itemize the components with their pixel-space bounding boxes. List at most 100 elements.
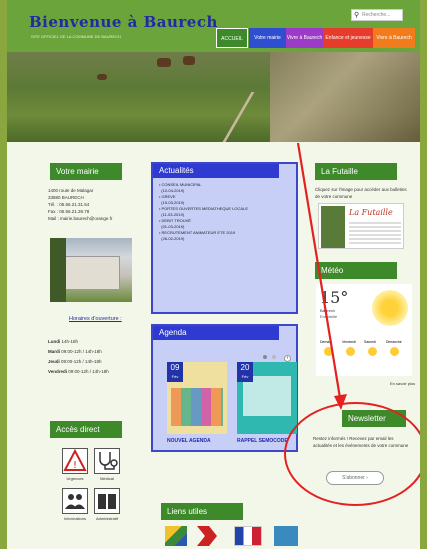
search-icon: ⚲	[354, 12, 360, 19]
news-title: DEBIT TROUVÉ	[161, 218, 191, 223]
hero-banner	[7, 52, 420, 142]
warning-icon: !	[63, 448, 87, 471]
news-item[interactable]: • CONSEIL MUNICIPAL (10-04-2019)	[159, 182, 289, 194]
link-logo-2[interactable]	[197, 526, 217, 546]
mairie-mail[interactable]: Mail : mairie.baurech@orange.fr	[48, 215, 148, 222]
sun-icon	[324, 347, 333, 356]
nav-vivre[interactable]: Vivre à Baurech	[286, 28, 323, 48]
pager-dot[interactable]	[272, 355, 277, 359]
mairie-address2: 33880 BAURECH	[48, 195, 84, 200]
search-placeholder: Recherche...	[362, 12, 391, 18]
news-date: (10-04-2019)	[161, 188, 185, 193]
sun-icon	[372, 290, 408, 326]
news-item[interactable]: • RECRUTEMENT ANIMATEUR ETE 2019 (26-02-…	[159, 230, 289, 242]
news-title: CONSEIL MUNICIPAL	[161, 182, 202, 187]
stethoscope-icon	[99, 452, 118, 470]
futaille-text: Cliquez sur l'image pour accéder aux bul…	[315, 187, 407, 199]
forecast-day: Samedi	[364, 340, 376, 344]
prev-arrow-icon[interactable]: ‹	[283, 355, 291, 362]
mairie-contact: 1400 route de Malagar 33880 BAURECH Tél.…	[48, 187, 148, 222]
page-frame: Bienvenue à Baurech SITE OFFICIEL DE LA …	[7, 0, 420, 549]
date-badge: 20 Fév	[237, 362, 253, 382]
hours-row: Mardi 09:00-12h / 14h-18h	[48, 348, 158, 355]
nav-accueil[interactable]: ACCUEIL	[216, 28, 248, 48]
cover-title: La Futaille	[349, 208, 393, 217]
search-input[interactable]: ⚲ Recherche...	[351, 9, 403, 21]
date-month: Fév	[171, 374, 179, 379]
actualites-list: • CONSEIL MUNICIPAL (10-04-2019) • GREVE…	[159, 182, 289, 242]
mairie-title: Votre mairie	[50, 163, 122, 180]
horse-image	[157, 58, 171, 67]
agenda-card[interactable]: 20 Fév RAPPEL SEMOCODE	[237, 362, 297, 444]
building-facade	[62, 256, 120, 290]
hours-day: Lundi	[48, 339, 61, 344]
meteo-widget[interactable]: 15° Baurech Ensoleillé Demain Vendredi S…	[316, 284, 412, 376]
hours-time: 09:00-12h / 14h-18h	[68, 369, 109, 374]
book-icon	[98, 494, 116, 509]
futaille-cover[interactable]: La Futaille	[318, 203, 404, 249]
date-badge: 09 Fév	[167, 362, 183, 382]
forecast-day: Vendredi	[342, 340, 356, 344]
urgences-link[interactable]: !	[62, 448, 88, 474]
medical-link[interactable]	[94, 448, 120, 474]
meteo-forecast: Demain Vendredi Samedi Dimanche	[320, 340, 410, 364]
sun-icon	[346, 347, 355, 356]
date-month: Fév	[241, 374, 249, 379]
horse-image	[97, 74, 107, 80]
sun-icon	[368, 347, 377, 356]
hours-day: Vendredi	[48, 369, 68, 374]
agenda-card[interactable]: 09 Fév NOUVEL AGENDA	[167, 362, 227, 444]
administratif-link[interactable]	[94, 488, 120, 514]
news-title: PORTES OUVERTES MEDIATHEQUE LOCALE	[161, 206, 248, 211]
annotation-ellipse	[284, 402, 420, 506]
cover-text-lines	[349, 222, 401, 246]
actualites-title: Actualités	[153, 164, 279, 178]
link-logo-1[interactable]	[165, 526, 187, 546]
agenda-image-content	[171, 388, 223, 426]
meteo-link[interactable]: En savoir plus	[390, 381, 415, 386]
meteo-temp: 15°	[320, 288, 349, 307]
urgences-label: Urgences	[66, 476, 84, 481]
site-header: Bienvenue à Baurech SITE OFFICIEL DE LA …	[7, 0, 420, 52]
nav-vivre-2[interactable]: Vivre à Baurech	[373, 28, 415, 48]
informations-link[interactable]	[62, 488, 88, 514]
hours-row: Vendredi 09:00-12h / 14h-18h	[48, 368, 158, 375]
hours-row: Lundi 14h-18h	[48, 338, 158, 345]
pager-dot[interactable]	[263, 355, 267, 359]
hours-time: 09:00-12h / 14h-18h	[61, 349, 102, 354]
cover-image-left	[321, 206, 345, 248]
date-day: 09	[170, 363, 180, 372]
news-item[interactable]: • GREVE (19-03-2019)	[159, 194, 289, 206]
news-item[interactable]: • DEBIT TROUVÉ (01-03-2019)	[159, 218, 289, 230]
agenda-card-label[interactable]: NOUVEL AGENDA	[167, 438, 237, 444]
hours-link[interactable]: Horaires d'ouverture :	[69, 316, 122, 322]
link-logo-4[interactable]	[274, 526, 298, 546]
futaille-title: La Futaille	[315, 163, 397, 180]
site-title[interactable]: Bienvenue à Baurech	[29, 13, 218, 31]
sun-icon	[390, 347, 399, 356]
svg-text:!: !	[73, 460, 77, 471]
hours-row: Jeudi 09:00-12h / 14h-18h	[48, 358, 158, 365]
forecast-day: Demain	[320, 340, 333, 344]
mairie-building-image	[50, 238, 132, 302]
news-date: (11-03-2019)	[161, 212, 185, 217]
informations-label: Informations	[63, 516, 86, 521]
news-item[interactable]: • PORTES OUVERTES MEDIATHEQUE LOCALE (11…	[159, 206, 289, 218]
mairie-address1: 1400 route de Malagar	[48, 188, 94, 193]
medical-label: Médical	[100, 476, 114, 481]
liens-title: Liens utiles	[161, 503, 243, 520]
nav-votre-mairie[interactable]: Votre mairie	[249, 28, 286, 48]
meteo-loc: Baurech	[320, 308, 335, 313]
meteo-title: Météo	[315, 262, 397, 279]
agenda-panel: Agenda ‹ › 09Fév NOUVEL AGENDA 20Fév RAP…	[151, 324, 298, 452]
actualites-panel: Actualités • CONSEIL MUNICIPAL (10-04-20…	[151, 162, 298, 314]
date-day: 20	[240, 363, 250, 372]
site-subtitle: SITE OFFICIEL DE LA COMMUNE DE BAURECH	[31, 34, 121, 39]
news-date: (19-03-2019)	[161, 200, 185, 205]
nav-enfance[interactable]: Enfance et jeunesse	[323, 28, 373, 48]
horse-image	[183, 56, 195, 65]
hours-time: 09:00-12h / 14h-18h	[61, 359, 102, 364]
news-date: (26-02-2019)	[161, 236, 185, 241]
link-logo-3[interactable]	[234, 526, 262, 546]
meteo-condition: Ensoleillé	[320, 314, 338, 319]
